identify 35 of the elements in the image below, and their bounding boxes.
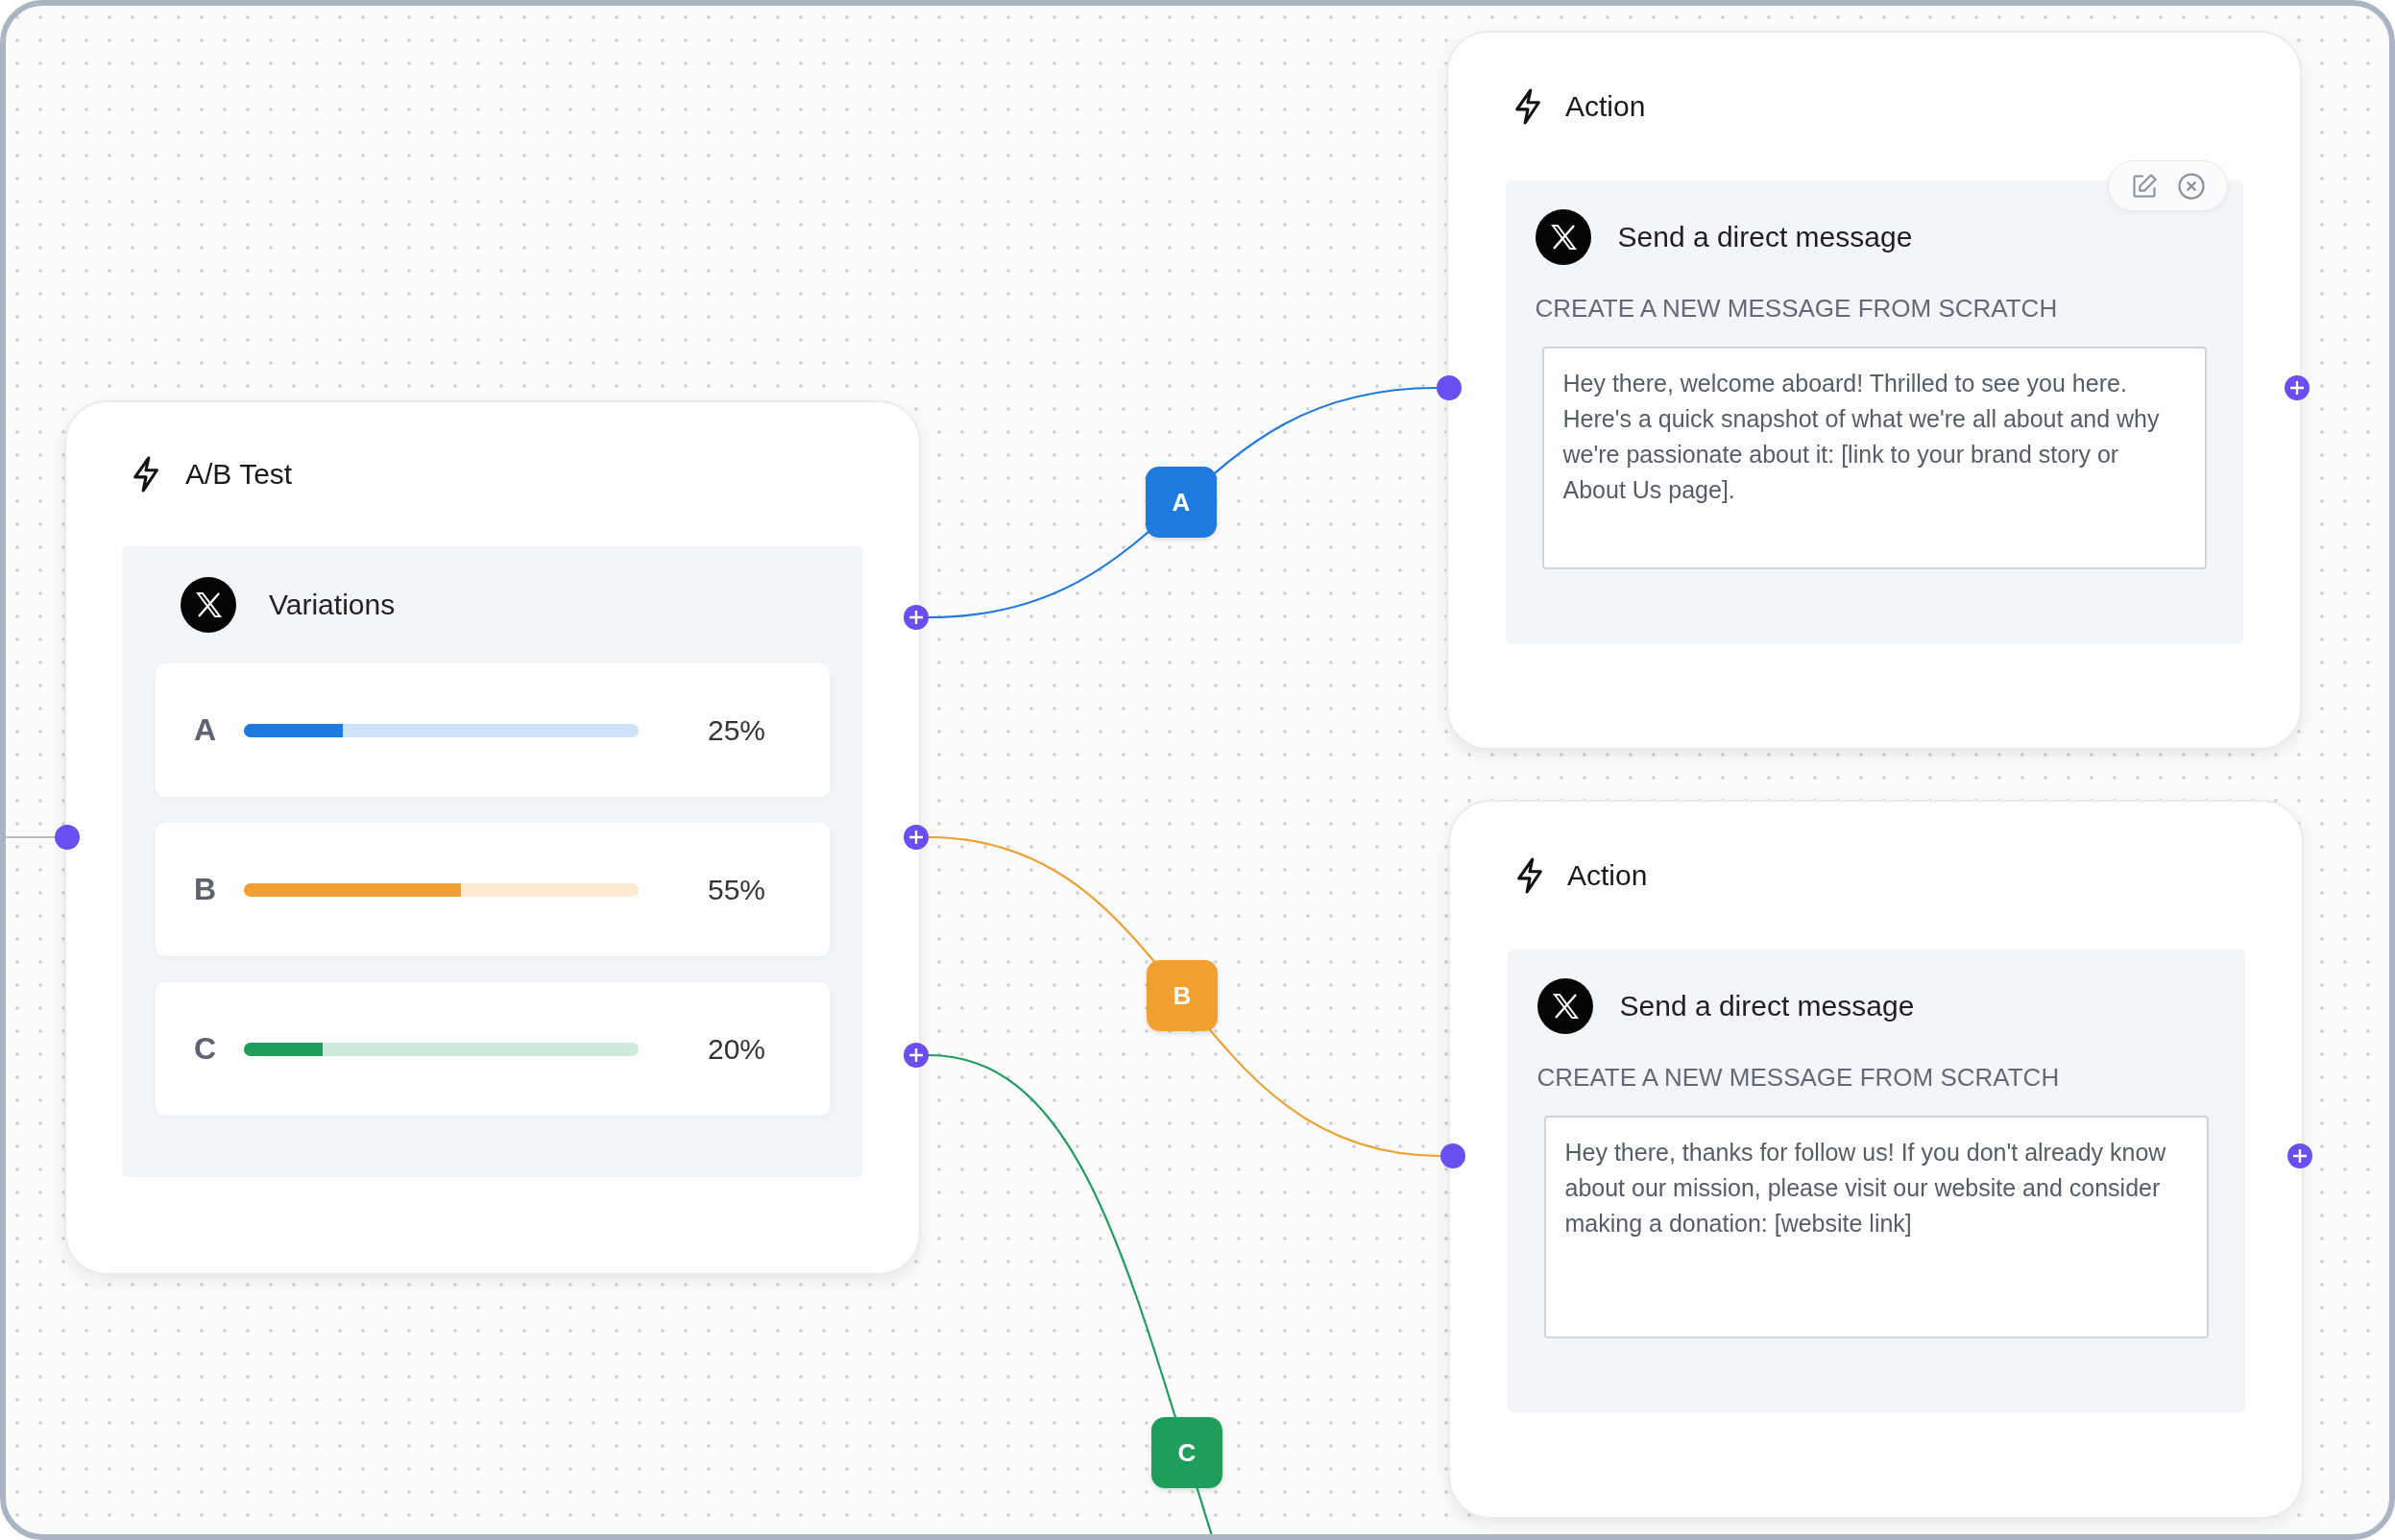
node-card[interactable]: A/B Test Variations A 25% B 55% C 20% (64, 400, 921, 1275)
branch-badge[interactable]: A (1146, 467, 1217, 538)
percent-value: 55% (708, 873, 766, 906)
node-card[interactable] (1446, 31, 2302, 750)
logo-icon (181, 577, 236, 633)
add-port-button[interactable] (2287, 1143, 2312, 1168)
connector-line (6, 836, 56, 838)
connection-dot[interactable] (1440, 1143, 1465, 1168)
edit-icon[interactable] (2130, 172, 2158, 200)
add-port-button[interactable] (2285, 375, 2310, 400)
step-title: Send a direct message (1617, 221, 1913, 253)
node-card[interactable] (1448, 800, 2304, 1519)
connection-dot[interactable] (55, 825, 80, 850)
message-field[interactable]: Hey there, thanks for follow us! If you don't already know about our mission, please visit our website and consider making a donation: [website link] (1543, 1116, 2209, 1338)
variation-label: B (194, 872, 218, 907)
logo-icon (1536, 978, 1593, 1034)
add-port-button[interactable] (904, 605, 929, 630)
node-title: Action (1567, 859, 1648, 892)
close-icon[interactable] (2176, 171, 2206, 201)
add-port-button[interactable] (904, 1043, 929, 1068)
section-label: CREATE A NEW MESSAGE FROM SCRATCH (1536, 1063, 2061, 1093)
percent-value: 25% (708, 713, 766, 747)
branch-badge[interactable]: C (1151, 1417, 1222, 1488)
message-field[interactable]: Hey there, welcome aboard! Thrilled to see you here. Here's a quick snapshot of what we're all about and why we're passionate about it: [link to your brand story or About Us page]. (1541, 347, 2207, 569)
variation-label: C (194, 1031, 218, 1067)
panel-title: Variations (269, 589, 396, 621)
add-port-button[interactable] (904, 825, 929, 850)
node-title: Action (1565, 90, 1646, 123)
logo-icon (1535, 209, 1591, 265)
variation-label: A (194, 712, 218, 748)
percent-value: 20% (708, 1032, 766, 1066)
step-title: Send a direct message (1619, 990, 1915, 1023)
section-label: CREATE A NEW MESSAGE FROM SCRATCH (1535, 294, 2059, 324)
connection-dot[interactable] (1437, 375, 1462, 400)
node-title: A/B Test (185, 458, 293, 491)
